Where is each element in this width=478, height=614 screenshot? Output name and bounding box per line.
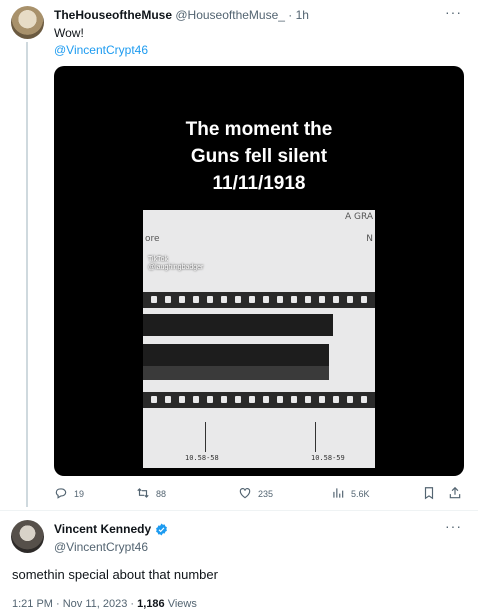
repost-icon [136,486,150,502]
reply-display-name[interactable]: TheHouseoftheMuse [54,8,172,22]
reply-button[interactable]: 19 [54,486,84,502]
like-button[interactable]: 235 [238,486,273,502]
film-strip-image: A GRA ore N TikTok @laughingbadger 10.58… [143,210,375,468]
main-tweet-text: somethin special about that number [12,567,218,582]
tweet-divider [0,510,478,511]
film-corner-text: ore [145,234,160,244]
main-author[interactable]: Vincent Kennedy [54,522,168,536]
reply-count: 19 [74,489,85,499]
film-perforation-strip [143,392,375,408]
tweet-timestamp: 1:21 PM · Nov 11, 2023 · 1,186 Views [12,598,197,610]
video-caption-line: Guns fell silent [190,146,328,167]
video-caption: The moment the Guns fell silent 11/11/19… [54,116,464,197]
reply-handle[interactable]: @HouseoftheMuse_ [175,8,285,22]
repost-count: 88 [156,489,167,499]
tiktok-user: @laughingbadger [148,264,204,271]
time-marker-label: 10.58-58 [185,454,219,462]
video-caption-line: The moment the [185,119,333,140]
time-marker-label: 10.58-59 [311,454,345,462]
tiktok-brand: TikTok [148,256,168,263]
video-caption-line: 11/11/1918 [212,173,306,194]
timestamp-text[interactable]: 1:21 PM · Nov 11, 2023 · [12,598,137,610]
reply-time[interactable]: · 1h [288,8,309,22]
sound-wave-trace [143,366,329,380]
views-number: 1,186 [137,598,165,610]
views-count: 5.6K [351,489,370,499]
thread-connector-line [26,42,28,507]
views-icon [331,486,345,502]
reply-text: Wow! [54,26,84,40]
film-corner-text: N [366,234,373,244]
share-button[interactable] [448,486,462,502]
reply-header: TheHouseoftheMuse @HouseoftheMuse_ · 1h [54,8,309,22]
views-label: Views [164,598,197,610]
reply-icon [54,486,68,502]
more-icon[interactable]: ··· [445,4,462,20]
main-handle[interactable]: @VincentCrypt46 [54,540,148,554]
heart-icon [238,486,252,502]
verified-badge-icon [155,523,168,536]
reply-mention-link[interactable]: @VincentCrypt46 [54,43,148,57]
main-avatar[interactable] [11,520,44,553]
more-icon[interactable]: ··· [445,518,462,534]
time-marker-line [205,422,206,452]
repost-button[interactable]: 88 [136,486,166,502]
sound-wave-trace [143,344,329,366]
like-count: 235 [258,489,274,499]
sound-wave-trace [143,314,333,336]
views-button[interactable]: 5.6K [331,486,370,502]
video-media[interactable]: The moment the Guns fell silent 11/11/19… [54,66,464,476]
reply-action-bar: 19 88 235 5.6K [54,486,464,504]
film-corner-text: A GRA [344,212,373,222]
bookmark-icon [422,486,436,502]
film-perforation-strip [143,292,375,308]
reply-avatar[interactable] [11,6,44,39]
bookmark-button[interactable] [422,486,436,502]
time-marker-line [315,422,316,452]
main-display-name[interactable]: Vincent Kennedy [54,522,151,536]
tiktok-watermark: TikTok @laughingbadger [148,256,203,272]
share-icon [448,486,462,502]
